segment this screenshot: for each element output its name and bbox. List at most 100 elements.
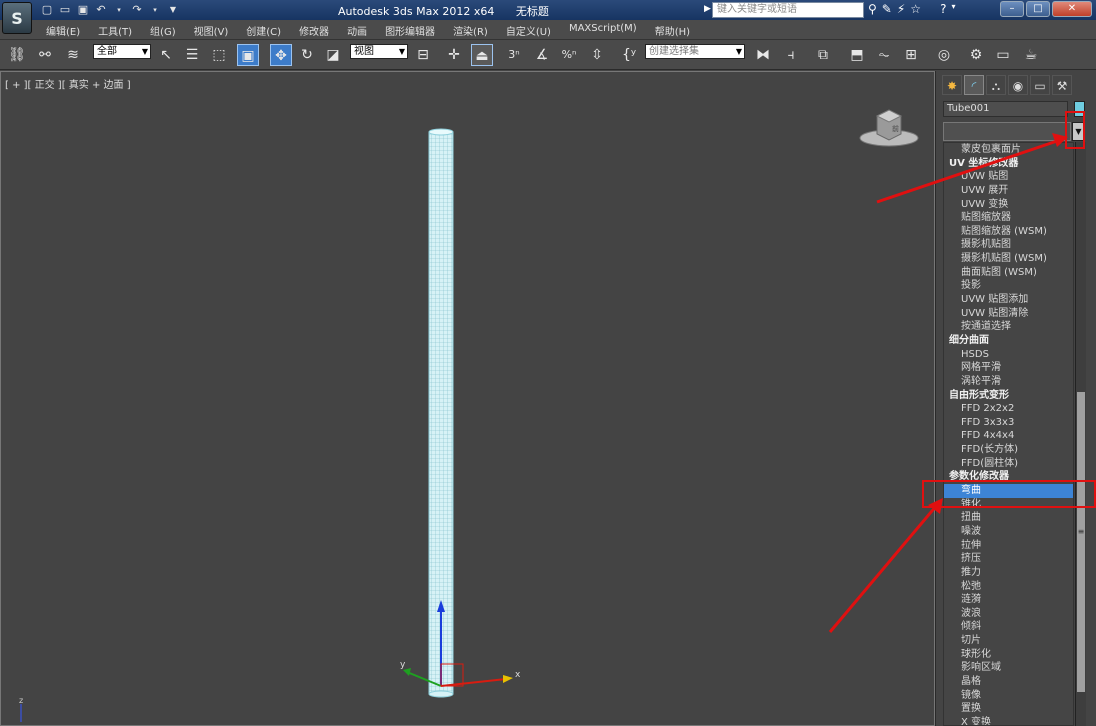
select-by-name-icon[interactable]: ☰ <box>181 44 203 66</box>
graphite-tools-icon[interactable]: ⬒ <box>846 44 868 66</box>
close-button[interactable]: ✕ <box>1052 1 1092 17</box>
modifier-list-item[interactable]: 摄影机贴图 (WSM) <box>944 252 1073 266</box>
modifier-list-item[interactable]: UVW 贴图添加 <box>944 293 1073 307</box>
modifier-list-item[interactable]: FFD 2x2x2 <box>944 402 1073 416</box>
menu-item[interactable]: 视图(V) <box>194 23 229 38</box>
menu-item[interactable]: 图形编辑器 <box>385 23 435 38</box>
schematic-view-icon[interactable]: ⊞ <box>900 44 922 66</box>
modifier-list-dropdown[interactable] <box>943 122 1071 141</box>
render-setup-icon[interactable]: ⚙ <box>965 44 987 66</box>
spinner-snap-icon[interactable]: ⇳ <box>586 44 608 66</box>
modifier-list-item[interactable]: 切片 <box>944 634 1073 648</box>
layer-manager-icon[interactable]: ⧉ <box>812 44 834 66</box>
modifier-list-item[interactable]: 晶格 <box>944 675 1073 689</box>
menu-item[interactable]: 自定义(U) <box>506 23 551 38</box>
modifier-list-item[interactable]: UVW 贴图清除 <box>944 307 1073 321</box>
menu-item[interactable]: 动画 <box>347 23 367 38</box>
modifier-list-item[interactable]: 镜像 <box>944 689 1073 703</box>
modifier-list-item[interactable]: 贴图缩放器 (WSM) <box>944 225 1073 239</box>
modifier-list-item[interactable]: 置换 <box>944 702 1073 716</box>
modifier-list-item[interactable]: FFD 4x4x4 <box>944 429 1073 443</box>
reference-coord-dropdown[interactable]: 视图 ▼ <box>350 44 408 59</box>
search-input[interactable]: 键入关键字或短语 <box>712 2 864 18</box>
viewport-label[interactable]: [ + ][ 正交 ][ 真实 + 边面 ] <box>5 76 131 91</box>
menu-item[interactable]: 修改器 <box>299 23 329 38</box>
star-icon[interactable]: ☆ <box>910 2 921 16</box>
modifier-list-item[interactable]: HSDS <box>944 348 1073 362</box>
percent-snap-icon[interactable]: %ⁿ <box>558 44 580 66</box>
modifier-list-item[interactable]: 贴图缩放器 <box>944 211 1073 225</box>
open-file-icon[interactable]: ▭ <box>58 3 72 17</box>
modifier-list[interactable]: 蒙皮包裹面片 UV 坐标修改器 UVW 贴图 UVW 展开 UVW 变换 贴图缩放器 贴图缩… <box>943 142 1074 726</box>
modifier-list-item[interactable]: UVW 贴图 <box>944 170 1073 184</box>
modifier-list-item[interactable]: FFD 3x3x3 <box>944 416 1073 430</box>
help-icon[interactable]: ? <box>940 2 946 16</box>
modifier-list-item[interactable]: FFD(圆柱体) <box>944 457 1073 471</box>
undo-icon[interactable]: ↶ <box>94 3 108 17</box>
modifier-list-item[interactable]: 网格平滑 <box>944 361 1073 375</box>
align-icon[interactable]: ⫞ <box>780 44 802 66</box>
curve-editor-icon[interactable]: ⏦ <box>873 44 895 66</box>
modifier-list-item[interactable]: FFD(长方体) <box>944 443 1073 457</box>
modifier-list-item[interactable]: 摄影机贴图 <box>944 238 1073 252</box>
select-rotate-icon[interactable]: ↻ <box>296 44 318 66</box>
modifier-list-item[interactable]: 影响区域 <box>944 661 1073 675</box>
modifier-list-item[interactable]: 挤压 <box>944 552 1073 566</box>
maximize-button[interactable]: □ <box>1026 1 1050 17</box>
mirror-icon[interactable]: ⧓ <box>752 44 774 66</box>
modifier-list-item[interactable]: 曲面贴图 (WSM) <box>944 266 1073 280</box>
modifier-list-item[interactable]: 投影 <box>944 279 1073 293</box>
link-icon[interactable]: ⛓ <box>6 44 28 66</box>
select-scale-icon[interactable]: ◪ <box>322 44 344 66</box>
modifier-list-item[interactable]: 蒙皮包裹面片 <box>944 143 1073 157</box>
save-icon[interactable]: ▣ <box>76 3 90 17</box>
modifier-list-item[interactable]: 噪波 <box>944 525 1073 539</box>
modifier-list-item[interactable]: UVW 变换 <box>944 198 1073 212</box>
app-menu-button[interactable]: S <box>2 2 32 34</box>
minimize-button[interactable]: – <box>1000 1 1024 17</box>
dropdown-icon[interactable]: ▾ <box>112 3 126 17</box>
render-production-icon[interactable]: ☕ <box>1020 44 1042 66</box>
object-name-field[interactable]: Tube001 <box>943 101 1068 117</box>
select-object-icon[interactable]: ↖ <box>155 44 177 66</box>
material-editor-icon[interactable]: ◎ <box>933 44 955 66</box>
bind-space-warp-icon[interactable]: ≋ <box>62 44 84 66</box>
named-selection-dropdown[interactable]: 创建选择集 ▼ <box>645 44 745 59</box>
viewcube[interactable]: 前 <box>859 104 923 152</box>
help-dropdown-icon[interactable]: ▾ <box>951 2 955 16</box>
menu-item[interactable]: MAXScript(M) <box>569 23 637 38</box>
pivot-center-icon[interactable]: ⊟ <box>412 44 434 66</box>
window-crossing-icon[interactable]: ▣ <box>237 44 259 66</box>
redo-icon[interactable]: ↷ <box>130 3 144 17</box>
modifier-list-item[interactable]: 涟漪 <box>944 593 1073 607</box>
scrollbar-thumb[interactable] <box>1077 392 1085 692</box>
comm-center-icon[interactable]: ⚡ <box>897 2 905 16</box>
modifier-list-item[interactable]: 推力 <box>944 566 1073 580</box>
menu-item[interactable]: 渲染(R) <box>453 23 488 38</box>
modifier-list-item[interactable]: 涡轮平滑 <box>944 375 1073 389</box>
select-move-icon[interactable]: ✥ <box>270 44 292 66</box>
modifier-list-item[interactable]: 按通道选择 <box>944 320 1073 334</box>
menu-item[interactable]: 工具(T) <box>98 23 132 38</box>
modifier-list-item[interactable]: X 变换 <box>944 716 1073 725</box>
keyboard-shortcut-icon[interactable]: ⏏ <box>471 44 493 66</box>
selection-filter-dropdown[interactable]: 全部 ▼ <box>93 44 151 59</box>
new-file-icon[interactable]: ▢ <box>40 3 54 17</box>
search-expand-icon[interactable]: ▶ <box>704 4 711 14</box>
binoculars-icon[interactable]: ⚲ <box>868 2 877 16</box>
create-tab-icon[interactable]: ✸ <box>942 75 962 95</box>
modifier-list-item[interactable]: 扭曲 <box>944 511 1073 525</box>
motion-tab-icon[interactable]: ◉ <box>1008 75 1028 95</box>
snap-toggle-icon[interactable]: 3ⁿ <box>503 44 525 66</box>
menu-item[interactable]: 创建(C) <box>246 23 281 38</box>
customize-icon[interactable]: ▼ <box>166 3 180 17</box>
perspective-viewport[interactable]: [ + ][ 正交 ][ 真实 + 边面 ] 前 y x z <box>0 71 935 726</box>
menu-item[interactable]: 编辑(E) <box>46 23 80 38</box>
rendered-frame-icon[interactable]: ▭ <box>992 44 1014 66</box>
modifier-list-scrollbar[interactable]: ≡ <box>1075 142 1086 726</box>
dropdown-icon[interactable]: ▾ <box>148 3 162 17</box>
display-tab-icon[interactable]: ▭ <box>1030 75 1050 95</box>
modify-tab-icon[interactable]: ◜ <box>964 75 984 95</box>
modifier-list-item[interactable]: 球形化 <box>944 648 1073 662</box>
menu-item[interactable]: 帮助(H) <box>655 23 690 38</box>
